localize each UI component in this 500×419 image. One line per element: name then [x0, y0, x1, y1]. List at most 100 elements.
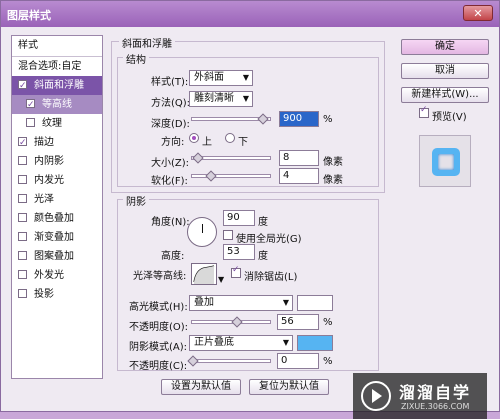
highlight-mode-label: 高光模式(H): [129, 302, 188, 313]
highlight-color-swatch[interactable] [297, 295, 333, 311]
size-label: 大小(Z): [151, 158, 190, 169]
style-label: 样式(T): [151, 77, 189, 88]
style-item[interactable]: 内阴影 [12, 152, 102, 171]
reset-default-button[interactable]: 复位为默认值 [249, 379, 329, 395]
shadow-color-swatch[interactable] [297, 335, 333, 351]
style-item-checkbox[interactable] [18, 270, 27, 279]
style-item-checkbox[interactable] [18, 175, 27, 184]
blend-options-item[interactable]: 混合选项:自定 [12, 57, 102, 76]
style-item-label: 纹理 [42, 118, 62, 129]
style-item-label: 图案叠加 [34, 251, 74, 262]
shadow-opacity-slider[interactable] [191, 359, 271, 363]
shadow-opacity-input[interactable]: 0 [277, 353, 319, 369]
title-bar: 图层样式 ✕ [1, 1, 499, 27]
contour-dropdown-icon[interactable]: ▼ [218, 275, 224, 284]
style-item[interactable]: 纹理 [12, 114, 102, 133]
style-item-checkbox[interactable] [18, 213, 27, 222]
watermark: 溜溜自学 ZIXUE.3066.COM [353, 373, 487, 419]
style-item-checkbox[interactable] [18, 77, 27, 96]
global-light-checkbox[interactable] [223, 230, 233, 240]
style-item-checkbox[interactable] [26, 96, 35, 115]
altitude-input[interactable]: 53 [223, 244, 255, 260]
global-light-label: 使用全局光(G) [236, 234, 302, 245]
style-select[interactable]: 外斜面 [189, 70, 253, 86]
technique-select[interactable]: 雕刻清晰 [189, 91, 253, 107]
soften-slider[interactable] [191, 174, 271, 178]
shadow-opacity-unit: % [323, 356, 333, 367]
anti-alias-checkbox[interactable] [231, 265, 241, 278]
shadow-mode-label: 阴影模式(A): [129, 342, 188, 353]
angle-dial[interactable] [187, 217, 217, 247]
preview-label: 预览(V) [432, 112, 467, 123]
contour-curve-icon [193, 265, 215, 284]
style-item-label: 渐变叠加 [34, 232, 74, 243]
gloss-contour-picker[interactable] [191, 263, 217, 285]
window-title: 图层样式 [7, 9, 51, 22]
depth-unit: % [323, 114, 333, 125]
style-item[interactable]: 图案叠加 [12, 247, 102, 266]
ok-button[interactable]: 确定 [401, 39, 489, 55]
direction-up-radio[interactable] [189, 133, 199, 143]
style-item-label: 等高线 [42, 99, 72, 110]
style-item[interactable]: 投影 [12, 285, 102, 304]
style-item[interactable]: 描边 [12, 133, 102, 153]
preview-checkbox[interactable] [419, 105, 429, 118]
style-item-label: 描边 [34, 137, 54, 148]
technique-label: 方法(Q): [151, 98, 191, 109]
style-item[interactable]: 等高线 [12, 95, 102, 115]
highlight-mode-select[interactable]: 叠加 [189, 295, 293, 311]
style-item-checkbox[interactable] [18, 156, 27, 165]
soften-label: 软化(F): [151, 176, 188, 187]
style-item-label: 投影 [34, 289, 54, 300]
styles-list: 样式 混合选项:自定 斜面和浮雕等高线纹理描边内阴影内发光光泽颜色叠加渐变叠加图… [11, 35, 103, 379]
direction-down-label: 下 [238, 137, 248, 148]
direction-down-radio[interactable] [225, 133, 235, 143]
style-preview [419, 135, 471, 187]
bevel-title: 斜面和浮雕 [119, 35, 175, 50]
shadow-opacity-label: 不透明度(C): [129, 361, 188, 372]
altitude-label: 高度: [161, 251, 185, 262]
style-item-label: 外发光 [34, 270, 64, 281]
soften-unit: 像素 [323, 175, 343, 186]
depth-label: 深度(D): [151, 119, 190, 130]
styles-header[interactable]: 样式 [12, 36, 102, 57]
play-logo-icon [361, 381, 391, 411]
style-item-checkbox[interactable] [26, 118, 35, 127]
style-item[interactable]: 斜面和浮雕 [12, 76, 102, 96]
anti-alias-label: 消除锯齿(L) [244, 272, 298, 283]
size-input[interactable]: 8 [279, 150, 319, 166]
shadow-mode-select[interactable]: 正片叠底 [189, 335, 293, 351]
layer-style-dialog: 图层样式 ✕ 样式 混合选项:自定 斜面和浮雕等高线纹理描边内阴影内发光光泽颜色… [0, 0, 500, 419]
highlight-opacity-label: 不透明度(O): [129, 322, 189, 333]
style-item-checkbox[interactable] [18, 251, 27, 260]
cancel-button[interactable]: 取消 [401, 63, 489, 79]
style-item[interactable]: 内发光 [12, 171, 102, 190]
style-item[interactable]: 外发光 [12, 266, 102, 285]
watermark-url: ZIXUE.3066.COM [401, 402, 470, 411]
angle-unit: 度 [258, 217, 268, 228]
preview-shape [432, 148, 460, 176]
soften-input[interactable]: 4 [279, 168, 319, 184]
direction-label: 方向: [161, 137, 185, 148]
angle-label: 角度(N): [151, 217, 190, 228]
style-item[interactable]: 光泽 [12, 190, 102, 209]
make-default-button[interactable]: 设置为默认值 [161, 379, 241, 395]
shading-title: 阴影 [123, 193, 149, 208]
new-style-button[interactable]: 新建样式(W)... [401, 87, 489, 103]
style-item-label: 颜色叠加 [34, 213, 74, 224]
depth-input[interactable]: 900 [279, 111, 319, 127]
style-item[interactable]: 渐变叠加 [12, 228, 102, 247]
style-item-checkbox[interactable] [18, 232, 27, 241]
style-item-checkbox[interactable] [18, 194, 27, 203]
style-item[interactable]: 颜色叠加 [12, 209, 102, 228]
altitude-unit: 度 [258, 251, 268, 262]
style-item-label: 光泽 [34, 194, 54, 205]
direction-up-label: 上 [202, 137, 212, 148]
style-item-label: 内发光 [34, 175, 64, 186]
highlight-opacity-input[interactable]: 56 [277, 314, 319, 330]
close-button[interactable]: ✕ [463, 5, 493, 21]
style-item-checkbox[interactable] [18, 134, 27, 153]
gloss-contour-label: 光泽等高线: [133, 271, 187, 282]
style-item-checkbox[interactable] [18, 289, 27, 298]
angle-input[interactable]: 90 [223, 210, 255, 226]
